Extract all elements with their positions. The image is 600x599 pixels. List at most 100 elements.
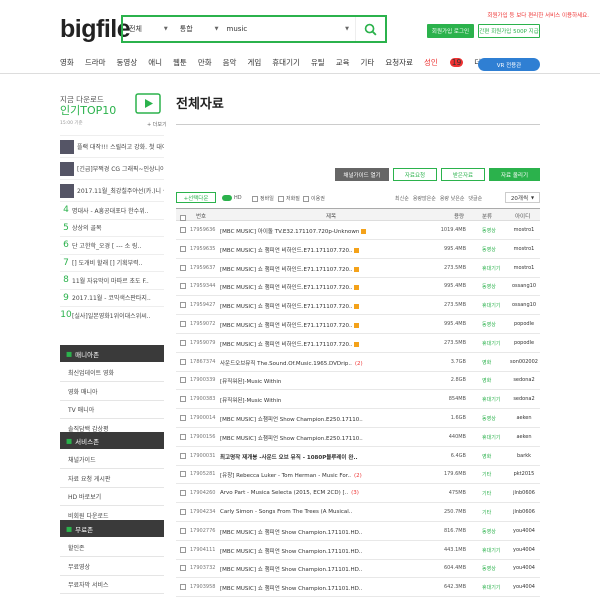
- row-uploader[interactable]: mostro1: [509, 227, 539, 233]
- row-title[interactable]: 최고명작 재개봉 -사운드 오브 뮤직 - 1080P블루레이 완..: [220, 453, 420, 461]
- menu-item[interactable]: 유틸: [311, 57, 325, 68]
- row-title[interactable]: [MBC MUSIC] 쇼챔피언 Show Champion.E250.1711…: [220, 415, 420, 423]
- ranking-item[interactable]: 플랙 대작!!! 스릴러고 강화. 첫 대이런~특정 자..: [60, 135, 164, 157]
- menu-item[interactable]: 드라마: [85, 57, 106, 68]
- row-title[interactable]: [MBC MUSIC] 아이돌 TV.E32.171107.720p-Unkno…: [220, 227, 420, 235]
- row-uploader[interactable]: ossang10: [509, 283, 539, 289]
- row-title[interactable]: [MBC MUSIC] 쇼 챔피언 비하인드.E71.171107.720..: [220, 265, 420, 273]
- row-uploader[interactable]: you4004: [509, 565, 539, 571]
- row-uploader[interactable]: barkk: [509, 453, 539, 459]
- row-uploader[interactable]: aeken: [509, 415, 539, 421]
- ranking-item[interactable]: 6단 고한학_오경 [ --- 소 링..: [60, 236, 164, 254]
- menu-item[interactable]: 요청자료: [385, 57, 413, 68]
- upload-button[interactable]: 자료 올리기: [489, 168, 540, 181]
- option-hd[interactable]: HD: [222, 195, 242, 201]
- ranking-item[interactable]: 2017.11월_최강칠주야선(카.)니 셀 D 8트-완벽한글.: [60, 179, 164, 201]
- section-link[interactable]: 무료영상: [60, 558, 164, 576]
- row-checkbox[interactable]: [180, 358, 188, 367]
- row-title[interactable]: Arvo Part - Musica Selecta (2015, ECM 2C…: [220, 490, 420, 496]
- row-checkbox[interactable]: [180, 283, 188, 291]
- option-low[interactable]: 저화질: [278, 195, 300, 202]
- row-title[interactable]: [MBC MUSIC] 쇼 챔피언 비하인드.E71.171107.720..: [220, 283, 420, 291]
- ranking-item[interactable]: 5 상상의 골목: [60, 218, 164, 237]
- sort-option[interactable]: 용량많은순: [413, 195, 436, 202]
- row-uploader[interactable]: mostro1: [509, 265, 539, 271]
- signup-promo-button[interactable]: 간편 회원가입 500P 지급: [478, 24, 540, 38]
- row-checkbox[interactable]: [180, 396, 188, 404]
- row-checkbox[interactable]: [180, 546, 188, 555]
- row-uploader[interactable]: you4004: [509, 528, 539, 534]
- row-title[interactable]: [MBC MUSIC] 쇼 챔피언 비하인드.E71.171107.720..: [220, 321, 420, 329]
- type-select[interactable]: 통합 ▼: [174, 17, 225, 41]
- row-checkbox[interactable]: [180, 527, 188, 536]
- row-uploader[interactable]: you4004: [509, 584, 539, 590]
- row-title[interactable]: [유창] Rebecca Luker - Tom Herman - Music …: [220, 471, 420, 479]
- row-checkbox[interactable]: [180, 321, 188, 329]
- vr-button[interactable]: VR 전용관: [478, 58, 540, 71]
- row-uploader[interactable]: jlnb0606: [509, 509, 539, 515]
- menu-item[interactable]: 영화: [60, 57, 74, 68]
- row-title[interactable]: [뮤직워된]-Music Within: [220, 396, 420, 404]
- downloaded-button[interactable]: 받은자료: [441, 168, 485, 181]
- channel-guide-button[interactable]: 채널가이드 열기: [335, 168, 389, 181]
- row-title[interactable]: [MBC MUSIC] 쇼 챔피언 Show Champion.171101.H…: [220, 547, 420, 555]
- menu-item[interactable]: 동영상: [117, 57, 138, 68]
- row-title[interactable]: [뮤직워된]-Music Within: [220, 377, 420, 385]
- row-uploader[interactable]: you4004: [509, 547, 539, 553]
- ranking-item[interactable]: 10 [실사]일본영화1위이대스위씨..: [60, 306, 164, 324]
- option-ticket[interactable]: 이용권: [303, 195, 325, 202]
- menu-item[interactable]: 음악: [223, 57, 237, 68]
- row-title[interactable]: [MBC MUSIC] 쇼 챔피언 비하인드.E71.171107.720..: [220, 246, 420, 254]
- sort-option[interactable]: 최신순: [395, 195, 409, 202]
- row-uploader[interactable]: pkt2015: [509, 471, 539, 477]
- ranking-item[interactable]: 4 명대사 - A흥공대포다 한수위..: [60, 201, 164, 219]
- row-checkbox[interactable]: [180, 415, 188, 423]
- menu-item[interactable]: 교육: [336, 57, 350, 68]
- login-button[interactable]: 회원가입 로그인: [427, 24, 474, 38]
- ranking-item[interactable]: 8 11월 자유막이 마따르 초도 F..: [60, 271, 164, 289]
- ranking-item[interactable]: 9 2017.11월 - 코믹색스판타지..: [60, 288, 164, 307]
- section-link[interactable]: 영화 매니아: [60, 383, 164, 401]
- row-checkbox[interactable]: [180, 339, 188, 348]
- search-input[interactable]: music ▼: [225, 17, 356, 41]
- sort-option[interactable]: 댓글순: [468, 195, 482, 202]
- row-checkbox[interactable]: [180, 471, 188, 479]
- row-uploader[interactable]: popodle: [509, 321, 539, 327]
- row-uploader[interactable]: sedona2: [509, 396, 539, 402]
- menu-item[interactable]: 휴대기기: [272, 57, 300, 68]
- row-checkbox[interactable]: [180, 490, 188, 498]
- menu-item[interactable]: 성인: [424, 57, 438, 68]
- section-link[interactable]: 최신업데이트 영화: [60, 364, 164, 382]
- section-link[interactable]: TV 매니아: [60, 401, 164, 419]
- row-uploader[interactable]: aeken: [509, 434, 539, 440]
- row-checkbox[interactable]: [180, 509, 188, 517]
- row-checkbox[interactable]: [180, 377, 188, 385]
- row-checkbox[interactable]: [180, 227, 188, 235]
- row-checkbox[interactable]: [180, 584, 188, 592]
- row-title[interactable]: [MBC MUSIC] 쇼 챔피언 Show Champion.171101.H…: [220, 565, 420, 573]
- section-link[interactable]: 할인존: [60, 539, 164, 557]
- bigfile-logo[interactable]: bigfile: [60, 15, 131, 44]
- row-uploader[interactable]: ossang10: [509, 302, 539, 308]
- row-uploader[interactable]: mostro1: [509, 246, 539, 252]
- menu-item[interactable]: 게임: [247, 57, 261, 68]
- row-uploader[interactable]: jlnb0606: [509, 490, 539, 496]
- top10-more-link[interactable]: + 더보기: [147, 121, 167, 128]
- row-title[interactable]: 사운드오브뮤직 The.Sound.Of.Music.1965.DVDrip..…: [220, 359, 420, 367]
- ranking-item[interactable]: [긴급]부쩍경 CG 그래픽~인상니아 계곡의 불 앞 ..: [60, 157, 164, 179]
- row-title[interactable]: [MBC MUSIC] 쇼챔피언 Show Champion.E250.1711…: [220, 434, 420, 442]
- per-page-select[interactable]: 20개씩 ▼: [505, 192, 540, 203]
- row-uploader[interactable]: son002002: [509, 359, 539, 365]
- row-uploader[interactable]: popodle: [509, 340, 539, 346]
- select-download-button[interactable]: +선택다운: [176, 192, 216, 203]
- row-title[interactable]: [MBC MUSIC] 쇼 챔피언 비하인드.E71.171107.720..: [220, 302, 420, 310]
- row-title[interactable]: [MBC MUSIC] 쇼 챔피언 비하인드.E71.171107.720..: [220, 340, 420, 348]
- menu-item[interactable]: 만화: [198, 57, 212, 68]
- row-uploader[interactable]: sedona2: [509, 377, 539, 383]
- menu-item[interactable]: 애니: [148, 57, 162, 68]
- row-checkbox[interactable]: [180, 452, 188, 461]
- row-title[interactable]: [MBC MUSIC] 쇼 챔피언 Show Champion.171101.H…: [220, 528, 420, 536]
- row-title[interactable]: Carly Simon - Songs From The Trees (A Mu…: [220, 509, 420, 515]
- search-button[interactable]: [355, 17, 385, 41]
- ranking-item[interactable]: 7[] 도개비 할래 [] 기획부력..: [60, 253, 164, 272]
